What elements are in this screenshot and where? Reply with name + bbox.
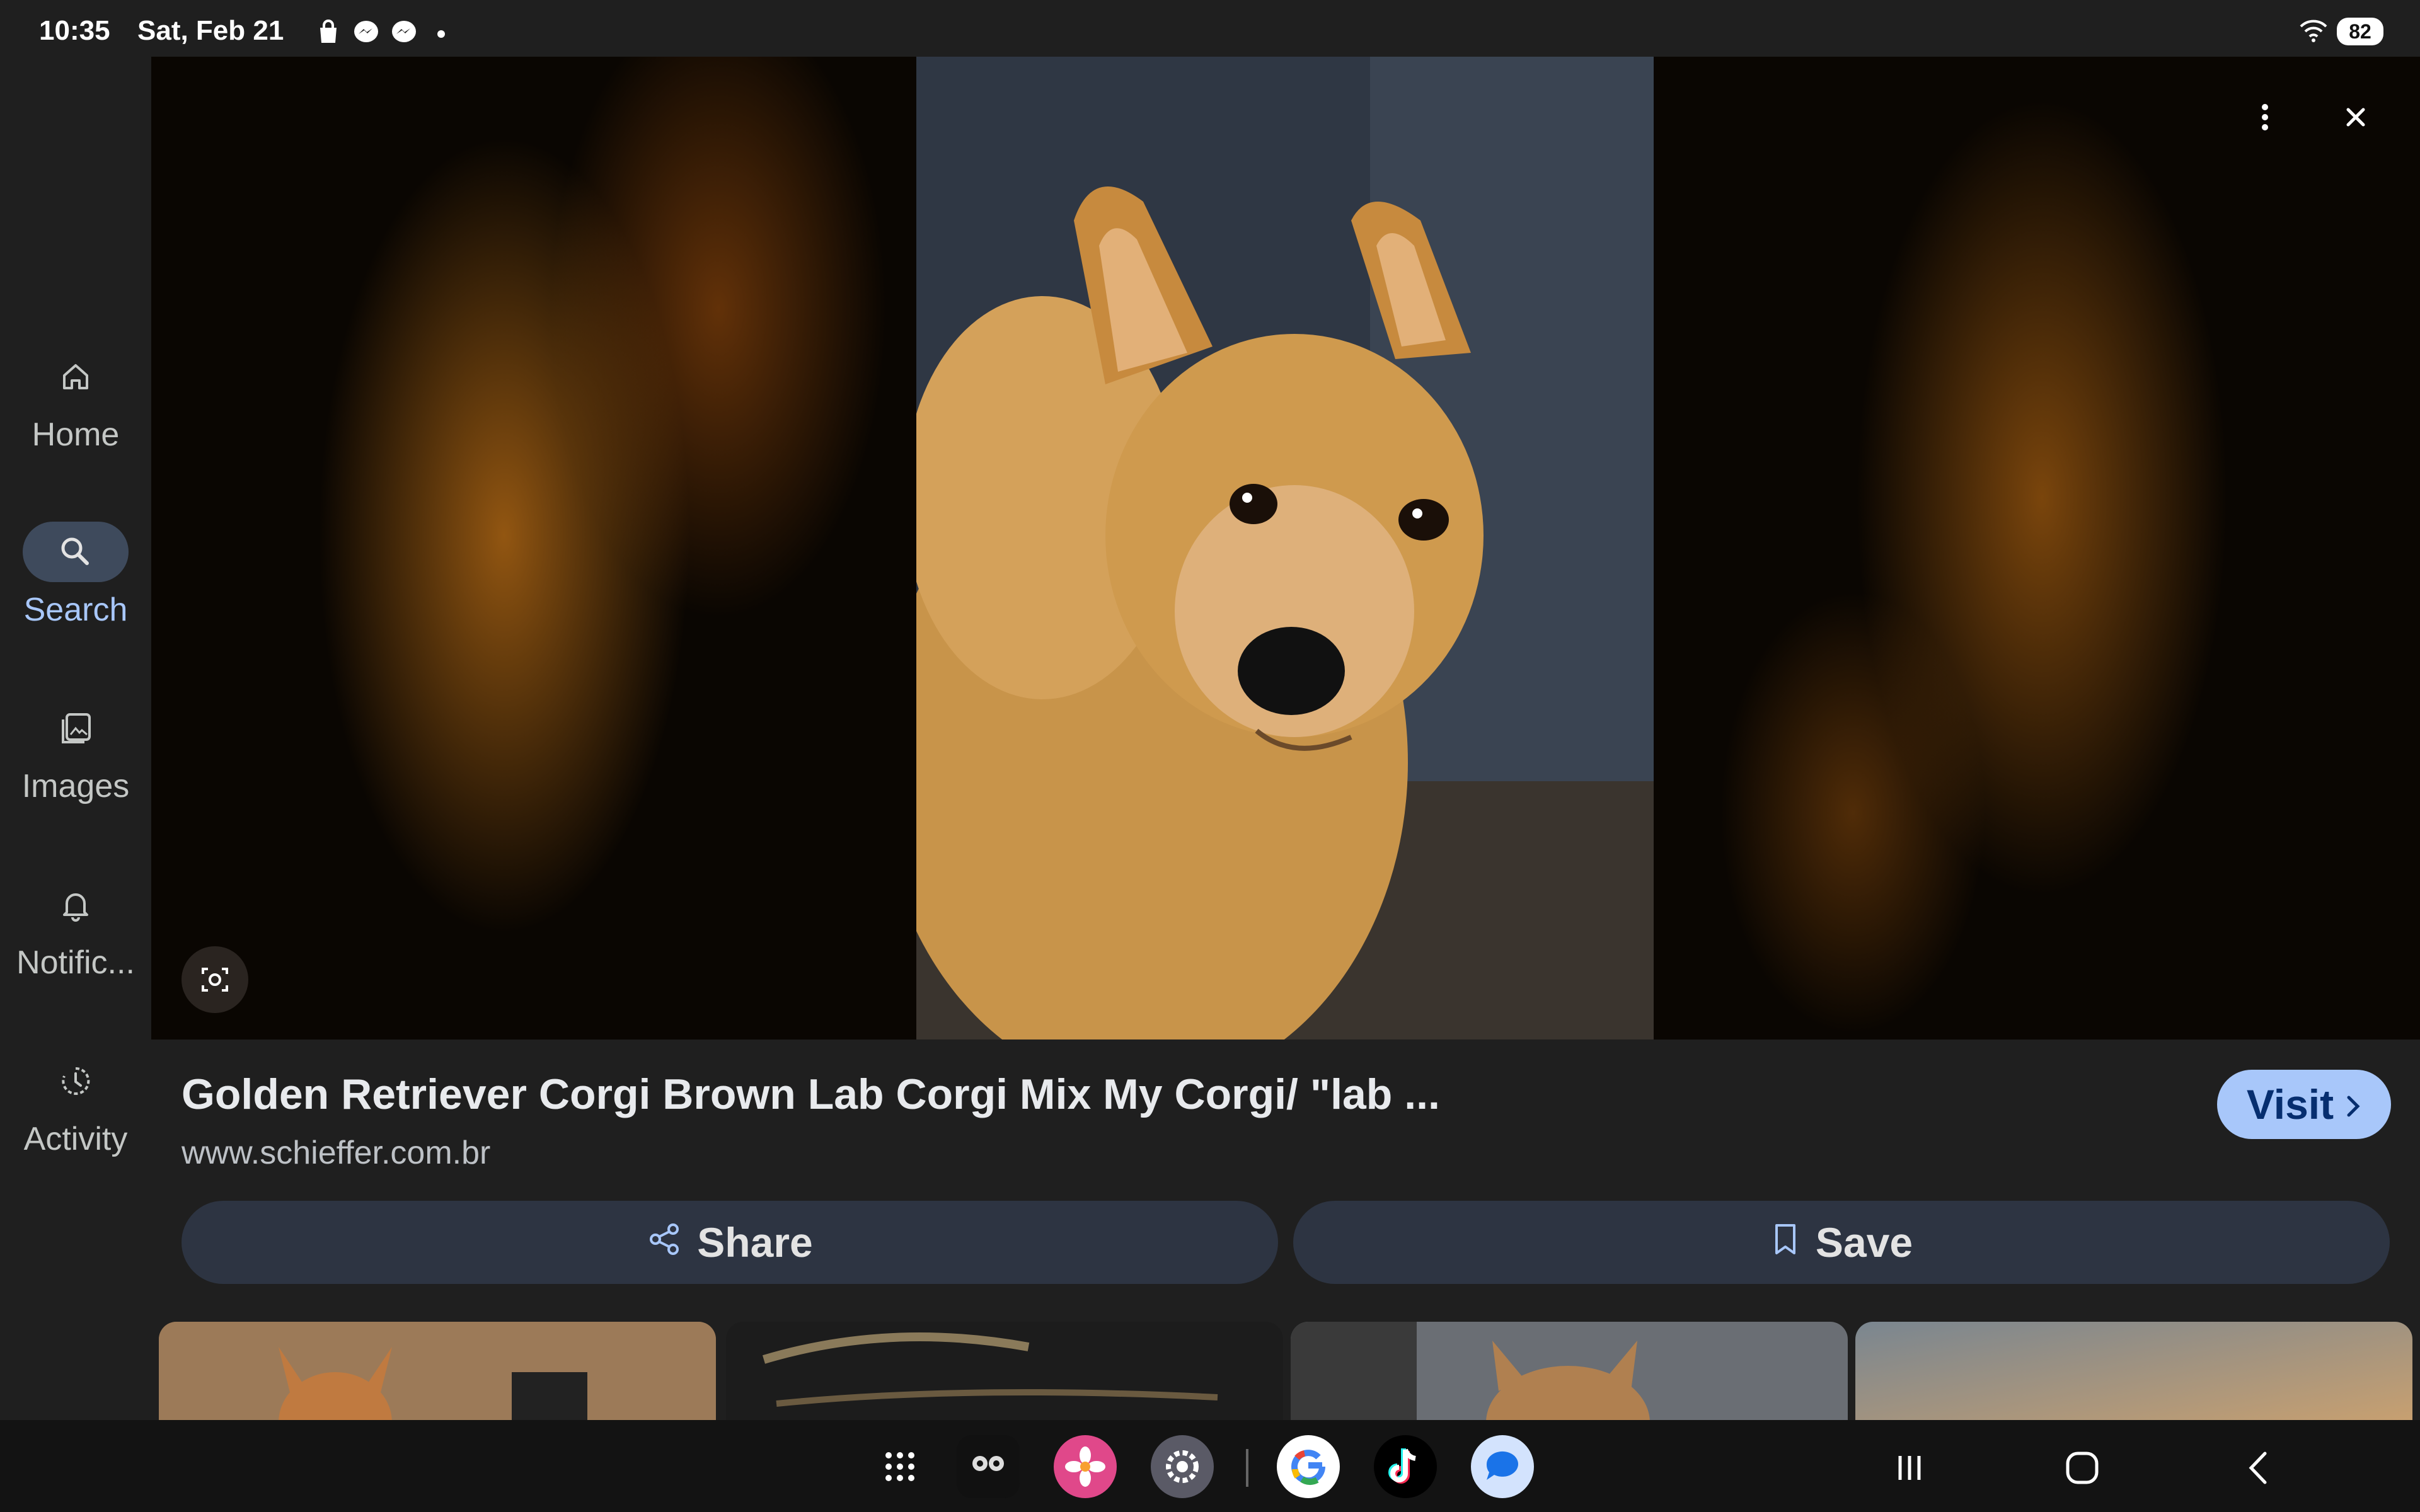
settings-icon[interactable]	[1151, 1435, 1214, 1498]
app-drawer-icon[interactable]	[868, 1435, 931, 1498]
bookmark-icon	[1770, 1218, 1801, 1266]
images-icon	[23, 698, 129, 759]
chevron-right-icon	[2345, 1080, 2361, 1128]
save-button[interactable]: Save	[1293, 1201, 2390, 1284]
sidebar-item-label: Activity	[23, 1121, 128, 1157]
result-title[interactable]: Golden Retriever Corgi Brown Lab Corgi M…	[182, 1070, 1440, 1119]
messenger-icon	[391, 19, 417, 45]
more-options-icon[interactable]	[2240, 92, 2290, 142]
result-domain[interactable]: www.schieffer.com.br	[182, 1134, 490, 1172]
messages-icon[interactable]	[1471, 1435, 1534, 1498]
image-viewer[interactable]	[151, 57, 2420, 1040]
photos-icon[interactable]	[1054, 1435, 1117, 1498]
messenger-icon	[353, 19, 379, 45]
sidebar-nav: Home Search Images Notific... Activity	[0, 57, 151, 1418]
messenger-kids-icon[interactable]	[957, 1435, 1020, 1498]
sidebar-item-label: Search	[23, 592, 128, 628]
shopping-bag-icon	[315, 19, 342, 45]
sidebar-item-activity[interactable]: Activity	[0, 1051, 151, 1189]
related-image-thumbnail[interactable]	[726, 1322, 1283, 1423]
google-icon[interactable]	[1277, 1435, 1340, 1498]
wifi-icon	[2299, 19, 2328, 43]
status-bar: 10:35 Sat, Feb 21 82	[0, 0, 2420, 57]
battery-indicator: 82	[2337, 18, 2383, 45]
related-image-thumbnail[interactable]	[159, 1322, 716, 1423]
share-label: Share	[697, 1219, 813, 1266]
result-image[interactable]	[916, 57, 1654, 1040]
recent-apps-button[interactable]	[1884, 1443, 1935, 1493]
home-button[interactable]	[2057, 1443, 2107, 1493]
sidebar-item-search[interactable]: Search	[0, 522, 151, 660]
sidebar-item-label: Home	[32, 416, 120, 453]
lens-icon[interactable]	[182, 946, 248, 1013]
share-icon	[647, 1218, 682, 1266]
visit-label: Visit	[2246, 1081, 2334, 1128]
share-button[interactable]: Share	[182, 1201, 1278, 1284]
tiktok-icon[interactable]	[1374, 1435, 1437, 1498]
search-icon	[23, 522, 129, 582]
sidebar-item-label: Images	[21, 768, 130, 805]
status-date: Sat, Feb 21	[137, 15, 284, 46]
save-label: Save	[1815, 1219, 1913, 1266]
status-time: 10:35	[39, 15, 110, 46]
bell-icon	[23, 874, 129, 935]
related-image-thumbnail[interactable]	[1291, 1322, 1848, 1423]
more-dot-icon	[437, 30, 445, 38]
close-icon[interactable]	[2331, 92, 2381, 142]
dock-separator	[1246, 1449, 1248, 1487]
sidebar-item-home[interactable]: Home	[0, 346, 151, 485]
activity-icon	[23, 1051, 129, 1111]
sidebar-item-notifications[interactable]: Notific...	[0, 874, 151, 1013]
visit-button[interactable]: Visit	[2217, 1070, 2391, 1139]
sidebar-item-images[interactable]: Images	[0, 698, 151, 837]
related-image-thumbnail[interactable]	[1855, 1322, 2412, 1423]
home-icon	[23, 346, 129, 407]
back-button[interactable]	[2233, 1443, 2284, 1493]
sidebar-item-label: Notific...	[16, 944, 135, 981]
